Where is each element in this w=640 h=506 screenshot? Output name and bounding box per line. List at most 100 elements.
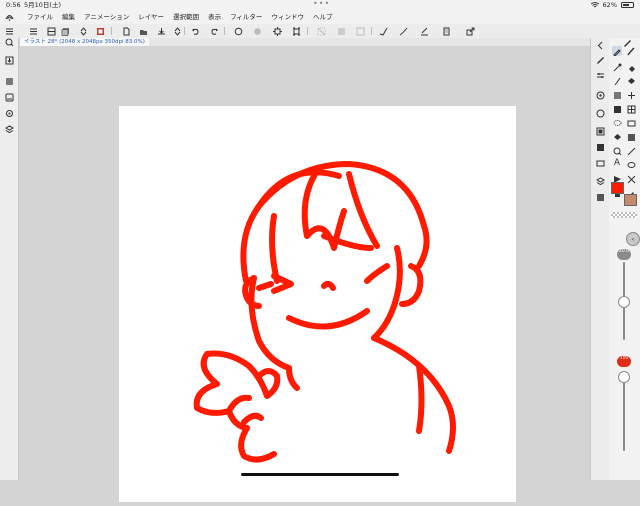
palette-resize-handle[interactable]: ‹ [626,232,640,246]
drawing-canvas[interactable] [119,106,516,502]
text-tool-icon[interactable]: A [612,158,622,168]
menu-edit[interactable]: 編集 [62,10,75,24]
stepper-icon[interactable] [78,26,88,36]
hand-fingers [246,363,281,399]
eye-right [364,263,390,284]
layer-search-icon[interactable] [595,192,605,202]
canvas-area[interactable] [19,46,589,502]
shoulder-line [371,335,456,454]
battery-percent: 62% [602,1,617,9]
menu-animation[interactable]: アニメーション [84,10,129,24]
mouth [286,308,370,330]
curve-stabilizer-icon[interactable] [398,26,408,36]
face-right [371,245,403,341]
multitasking-dots[interactable]: ••• [313,0,330,9]
clear-icon[interactable] [233,26,243,36]
hair-top-curl [256,169,342,209]
layer-stack-icon[interactable] [595,176,605,186]
balloon-icon[interactable] [626,160,636,170]
home-indicator[interactable] [241,473,399,476]
tool-icon[interactable] [595,54,605,64]
hair-strand-left [269,213,280,284]
opacity-label: 100 [617,356,631,367]
brush-size-icon[interactable] [4,108,14,118]
clock: 0:56 [6,1,21,9]
app-logo-icon[interactable] [5,13,14,21]
menu-file[interactable]: ファイル [27,10,53,24]
menu-filter[interactable]: フィルター [230,10,262,24]
menu-selection[interactable]: 選択範囲 [173,10,199,24]
stack-icon[interactable] [60,26,70,36]
face-left [248,275,292,371]
battery-icon [621,2,634,8]
status-bar: 0:56 5月10日(土) ••• 62% [0,0,640,10]
collapse-chevron-icon[interactable] [595,40,605,50]
brush-size-label: 20.0 [617,249,631,260]
date: 5月10日(土) [24,1,61,9]
new-file-icon[interactable] [121,26,131,36]
frame-icon[interactable] [612,104,622,114]
undo-icon[interactable] [190,26,200,36]
menu-layer[interactable]: レイヤー [138,10,164,24]
eraser-icon[interactable] [626,62,636,72]
hamburger-menu-icon[interactable] [4,26,14,36]
zoom-icon[interactable] [612,146,622,156]
menu-window[interactable]: ウィンドウ [271,10,304,24]
list-menu-icon[interactable] [28,26,38,36]
line-icon[interactable] [626,146,636,156]
command-bar [0,24,640,39]
boy-peace-sign-drawing [193,161,456,463]
eye-left-lash [256,281,274,291]
tone-icon[interactable] [626,132,636,142]
layer-property-icon[interactable] [4,124,14,134]
save-icon[interactable] [156,26,166,36]
color-wheel-icon[interactable] [595,90,605,100]
snap-icon[interactable] [419,26,429,36]
layer-panel-icon[interactable] [595,126,605,136]
ruler-icon[interactable] [626,104,636,114]
rect-select-icon[interactable] [626,118,636,128]
import-icon[interactable] [4,55,14,65]
airbrush-icon[interactable] [612,62,622,72]
wifi-icon [590,2,599,8]
fill-bucket-icon[interactable] [626,76,636,86]
search-icon[interactable] [4,37,14,47]
auto-select-icon[interactable] [612,132,622,142]
opacity-slider[interactable] [623,371,625,451]
correction-icon[interactable] [626,174,636,184]
figure-icon[interactable] [626,90,636,100]
gradient-icon[interactable] [612,90,622,100]
sub-color-swatch[interactable] [624,194,637,206]
transparent-color-swatch[interactable] [611,212,637,218]
battery-level [623,4,629,6]
color-set-icon[interactable] [595,108,605,118]
pencil-icon[interactable] [612,46,622,56]
menu-view[interactable]: 表示 [208,10,221,24]
sub-view-icon[interactable] [595,158,605,168]
stabilizer-icon[interactable] [378,26,388,36]
layer-list-icon[interactable] [46,26,56,36]
document-tab[interactable]: イラスト 28* (2048 x 2048px 350dpi 83.0%) [20,38,149,46]
sub-tool-icon[interactable] [4,76,14,86]
invert-selection-icon [336,26,346,36]
material-icon[interactable] [95,26,105,36]
navigator-icon[interactable] [595,142,605,152]
nose [321,280,336,291]
blend-icon[interactable] [612,76,622,86]
settings-icon[interactable] [595,70,605,80]
main-color-swatch[interactable] [611,182,624,194]
opacity-knob[interactable] [618,371,630,383]
menu-help[interactable]: ヘルプ [313,10,333,24]
crop-icon[interactable] [291,26,301,36]
tool-property-icon[interactable] [4,92,14,102]
brush-size-knob[interactable] [618,296,630,308]
share-icon[interactable] [465,26,475,36]
brush-icon[interactable] [626,46,636,56]
open-folder-icon[interactable] [138,26,148,36]
export-stepper-icon[interactable] [172,26,182,36]
transform-icon[interactable] [272,26,282,36]
redo-icon[interactable] [209,26,219,36]
fill-icon [252,26,262,36]
lasso-select-icon[interactable] [612,118,622,128]
notes-icon[interactable] [441,26,451,36]
